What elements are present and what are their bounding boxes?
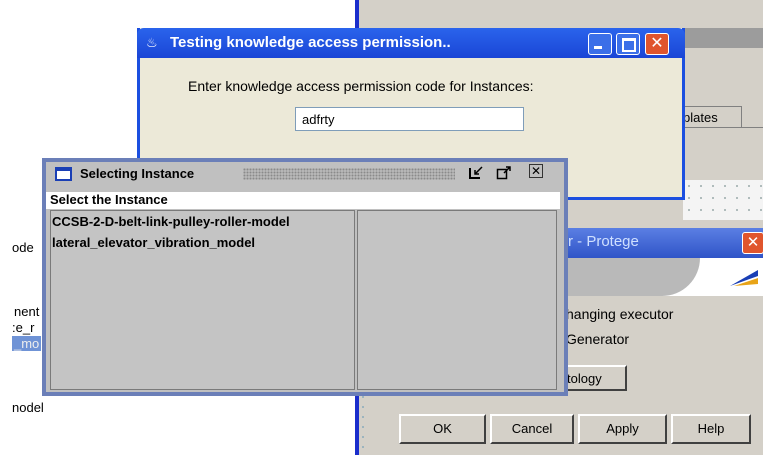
permission-prompt: Enter knowledge access permission code f… xyxy=(188,78,534,94)
help-button[interactable]: Help xyxy=(671,414,751,444)
instance-detail-pane xyxy=(357,210,557,390)
left-list-item-selected[interactable]: _mo xyxy=(12,336,42,351)
tab-divider xyxy=(672,127,763,128)
protege-text-generator: Generator xyxy=(566,331,630,347)
permission-dialog-title: Testing knowledge access permission.. xyxy=(170,34,451,51)
minimize-button[interactable] xyxy=(588,33,612,55)
close-icon[interactable]: ✕ xyxy=(529,164,543,178)
java-icon: ♨ xyxy=(146,35,158,50)
background-toolbar xyxy=(680,28,763,48)
background-window-header xyxy=(359,0,763,30)
protege-close-button[interactable]: ✕ xyxy=(742,232,763,254)
maximize-icon[interactable] xyxy=(496,166,512,180)
background-grid-panel xyxy=(683,180,763,220)
cancel-button[interactable]: Cancel xyxy=(490,414,574,444)
titlebar-texture xyxy=(243,168,455,180)
protege-logo-icon xyxy=(730,270,758,286)
permission-code-input[interactable] xyxy=(295,107,524,131)
list-item[interactable]: lateral_elevator_vibration_model xyxy=(52,235,255,250)
left-list-item[interactable]: :e_r xyxy=(12,320,34,335)
background-grid-strip xyxy=(358,392,368,455)
ok-button[interactable]: OK xyxy=(399,414,486,444)
protege-banner-shape xyxy=(555,258,700,296)
minimize-icon xyxy=(594,46,602,49)
left-list-item[interactable]: nent xyxy=(14,304,39,319)
left-list-item[interactable]: nodel xyxy=(12,400,44,415)
instance-dialog-title: Selecting Instance xyxy=(80,166,195,181)
restore-icon[interactable] xyxy=(468,166,484,180)
apply-button[interactable]: Apply xyxy=(578,414,667,444)
protege-text-executor: hanging executor xyxy=(566,306,674,322)
left-list-item[interactable]: ode xyxy=(12,240,34,255)
window-icon-bar xyxy=(55,167,72,171)
maximize-icon xyxy=(622,38,636,52)
protege-dialog-title: r - Protege xyxy=(568,233,639,250)
close-button[interactable]: ✕ xyxy=(645,33,669,55)
list-item[interactable]: CCSB-2-D-belt-link-pulley-roller-model xyxy=(52,214,290,229)
instance-label: Select the Instance xyxy=(50,192,168,207)
